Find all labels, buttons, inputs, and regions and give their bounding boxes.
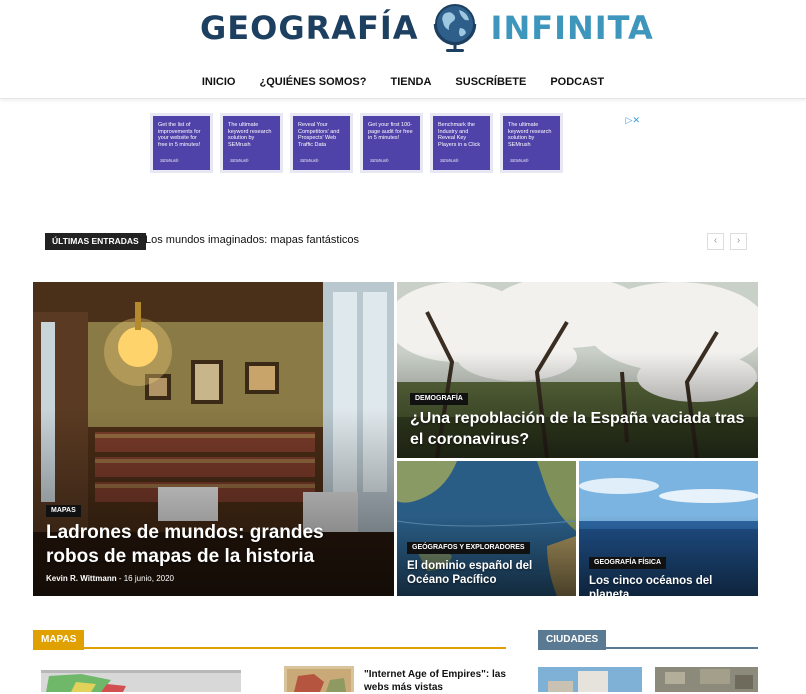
category-badge[interactable]: DEMOGRAFÍA [410,393,468,405]
nav-podcast[interactable]: PODCAST [538,75,616,89]
ad-card[interactable]: The ultimate keyword research solution b… [500,113,563,173]
map-thumbnail-image [41,670,241,692]
ticker-headline[interactable]: Los mundos imaginados: mapas fantásticos [145,233,359,248]
featured-main-tile[interactable]: MAPAS Ladrones de mundos: grandes robos … [33,282,394,596]
nav-suscribete[interactable]: SUSCRÍBETE [443,75,538,89]
nav-inicio[interactable]: INICIO [190,75,248,89]
post-thumbnail[interactable] [655,667,758,692]
city-thumbnail-image [538,667,642,692]
site-logo[interactable]: GEOGRAFÍA INFINITA [200,0,654,56]
main-nav: INICIO ¿QUIÉNES SOMOS? TIENDA SUSCRÍBETE… [0,75,806,89]
ticker-label: ÚLTIMAS ENTRADAS [45,233,146,250]
category-badge[interactable]: MAPAS [46,505,81,517]
featured-main-title[interactable]: Ladrones de mundos: grandes robos de map… [46,521,366,569]
featured-bottom-right-title[interactable]: Los cinco océanos del planeta [589,574,754,596]
ad-card[interactable]: Benchmark the Industry and Reveal Key Pl… [430,113,493,173]
ad-choices-icon[interactable]: ▷✕ [626,115,640,126]
featured-bottom-left-tile[interactable]: GEÓGRAFOS Y EXPLORADORES El dominio espa… [397,461,576,596]
ad-card-text: Reveal Your Competitors' and Prospects' … [298,122,340,148]
news-ticker: ÚLTIMAS ENTRADAS Los mundos imaginados: … [45,233,747,250]
featured-top-right-tile[interactable]: DEMOGRAFÍA ¿Una repoblación de la España… [397,282,758,458]
ad-card-text: Get your first 100-page audit for free i… [368,122,413,141]
ad-brand: SEMrush [230,157,249,163]
ad-brand: SEMrush [440,157,459,163]
category-badge[interactable]: GEOGRAFÍA FÍSICA [589,557,667,569]
section-header-maps: MAPAS [33,629,506,650]
post-thumbnail[interactable] [41,670,241,692]
ad-brand: SEMrush [370,157,389,163]
ad-brand: SEMrush [510,157,529,163]
featured-bottom-right-tile[interactable]: GEOGRAFÍA FÍSICA Los cinco océanos del p… [579,461,758,596]
ticker-prev-button[interactable]: ‹ [707,233,724,250]
city-aerial-thumbnail-image [655,667,758,692]
post-title[interactable]: "Internet Age of Empires": las webs más … [364,668,509,694]
featured-top-right-title[interactable]: ¿Una repoblación de la España vaciada tr… [410,408,750,450]
nav-quienes-somos[interactable]: ¿QUIÉNES SOMOS? [248,75,379,89]
ad-banner[interactable]: Get the list of improvements for your we… [150,113,644,178]
post-author[interactable]: Kevin R. Wittmann [46,574,117,583]
ad-card-text: The ultimate keyword research solution b… [228,122,272,148]
section-rule [33,647,506,649]
ad-card-text: The ultimate keyword research solution b… [508,122,552,148]
category-badge[interactable]: GEÓGRAFOS Y EXPLORADORES [407,542,530,554]
featured-bottom-left-title[interactable]: El dominio español del Océano Pacífico [407,559,567,587]
ad-card[interactable]: Get the list of improvements for your we… [150,113,213,173]
globe-icon [433,4,476,52]
section-header-cities: CIUDADES [538,629,758,650]
post-thumbnail[interactable] [284,666,354,692]
old-map-thumbnail-image [284,666,354,692]
ad-card[interactable]: Get your first 100-page audit for free i… [360,113,423,173]
post-thumbnail[interactable] [538,667,642,692]
ad-brand: SEMrush [160,157,179,163]
section-rule [538,647,758,649]
post-meta: Kevin R. Wittmann - 16 junio, 2020 [46,574,174,583]
ad-brand: SEMrush [300,157,319,163]
logo-text-right: INFINITA [490,9,654,47]
ticker-next-button[interactable]: › [730,233,747,250]
post-date: 16 junio, 2020 [123,574,174,583]
ad-card-text: Benchmark the Industry and Reveal Key Pl… [438,122,481,148]
logo-text-left: GEOGRAFÍA [200,9,419,47]
nav-tienda[interactable]: TIENDA [378,75,443,89]
site-header: GEOGRAFÍA INFINITA INICIO ¿QUIÉNES SOMOS… [0,0,806,99]
ad-card-text: Get the list of improvements for your we… [158,122,201,148]
ad-card[interactable]: Reveal Your Competitors' and Prospects' … [290,113,353,173]
ad-card[interactable]: The ultimate keyword research solution b… [220,113,283,173]
